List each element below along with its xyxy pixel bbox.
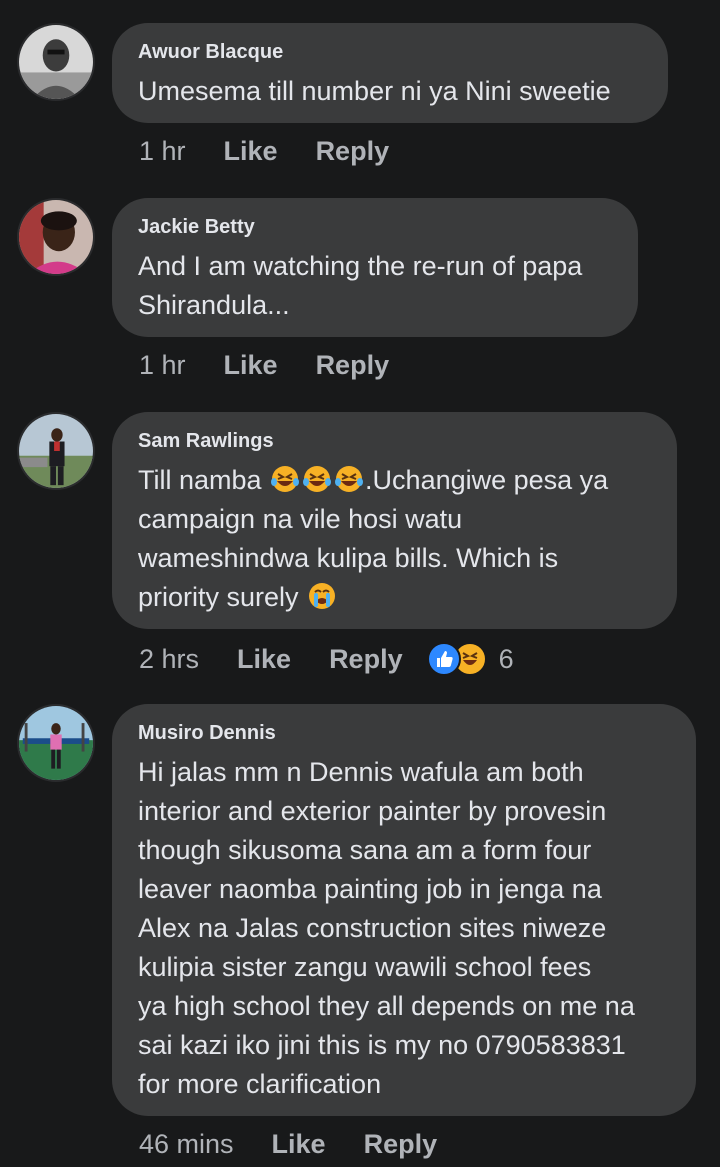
comment-line: campaign na vile hosi watu [138, 504, 463, 534]
rofl-emoji [270, 464, 300, 494]
comment-bubble: Musiro Dennis Hi jalas mm n Dennis waful… [112, 704, 696, 1116]
like-reaction-icon [426, 642, 461, 676]
comment-meta: 46 mins Like Reply [139, 1129, 437, 1160]
comment-line: priority surely [138, 578, 651, 617]
comment-line: kulipia sister zangu wawili school fees [138, 952, 592, 982]
comment-bubble: Awuor Blacque Umesema till number ni ya … [112, 23, 668, 123]
like-button[interactable]: Like [237, 644, 291, 675]
reply-button[interactable]: Reply [316, 136, 390, 167]
comment-text: Hi jalas mm n Dennis wafula am both inte… [138, 753, 670, 1104]
comment-line: sai kazi iko jini this is my no 07905838… [138, 1030, 626, 1060]
comment-author[interactable]: Jackie Betty [138, 216, 612, 238]
comment-segment: .Uchangiwe pesa ya [365, 465, 609, 495]
comment-line: Umesema till number ni ya Nini sweetie [138, 76, 611, 106]
comment-time[interactable]: 1 hr [139, 350, 186, 381]
comment-line: though sikusoma sana am a form four [138, 835, 592, 865]
comment-author[interactable]: Sam Rawlings [138, 430, 651, 452]
comment-meta: 1 hr Like Reply [139, 350, 389, 381]
avatar[interactable] [17, 23, 95, 101]
rofl-emoji [302, 464, 332, 494]
reply-button[interactable]: Reply [329, 644, 403, 675]
comment-time[interactable]: 1 hr [139, 136, 186, 167]
comment-segment: Till namba [138, 465, 270, 495]
comment-author[interactable]: Musiro Dennis [138, 722, 670, 744]
comment-text: Umesema till number ni ya Nini sweetie [138, 72, 642, 111]
like-button[interactable]: Like [224, 136, 278, 167]
comment-line: wameshindwa kulipa bills. Which is [138, 543, 559, 573]
reaction-count: 6 [498, 643, 514, 674]
comment-line: Till namba .Uchangiwe pesa ya [138, 461, 651, 500]
comment-meta: 2 hrs Like Reply 6 [139, 642, 514, 676]
avatar[interactable] [17, 198, 95, 276]
comment-text: Till namba .Uchangiwe pesa ya campaign n… [138, 461, 651, 617]
like-button[interactable]: Like [272, 1129, 326, 1160]
like-button[interactable]: Like [224, 350, 278, 381]
comment-bubble: Sam Rawlings Till namba .Uchangiwe pesa … [112, 412, 677, 629]
comment-time[interactable]: 46 mins [139, 1129, 234, 1160]
comment-line: Hi jalas mm n Dennis wafula am both [138, 757, 584, 787]
comment-time[interactable]: 2 hrs [139, 644, 199, 675]
comment-meta: 1 hr Like Reply [139, 136, 389, 167]
comment-line: ya high school they all depends on me na [138, 991, 635, 1021]
reply-button[interactable]: Reply [364, 1129, 438, 1160]
comment-line: leaver naomba painting job in jenga na [138, 874, 602, 904]
avatar[interactable] [17, 704, 95, 782]
comment-line: And I am watching the re-run of papa [138, 251, 583, 281]
rofl-emoji [334, 464, 364, 494]
crying-emoji [307, 581, 337, 611]
comment-segment: priority surely [138, 582, 307, 612]
comment-text: And I am watching the re-run of papa Shi… [138, 247, 612, 325]
comment-line: for more clarification [138, 1069, 382, 1099]
comment-bubble: Jackie Betty And I am watching the re-ru… [112, 198, 638, 337]
reply-button[interactable]: Reply [316, 350, 390, 381]
avatar[interactable] [17, 412, 95, 490]
reaction-summary[interactable]: 6 [426, 642, 514, 676]
comment-author[interactable]: Awuor Blacque [138, 41, 642, 63]
comment-line: interior and exterior painter by provesi… [138, 796, 607, 826]
comment-line: Alex na Jalas construction sites niweze [138, 913, 607, 943]
comment-line: Shirandula... [138, 290, 290, 320]
